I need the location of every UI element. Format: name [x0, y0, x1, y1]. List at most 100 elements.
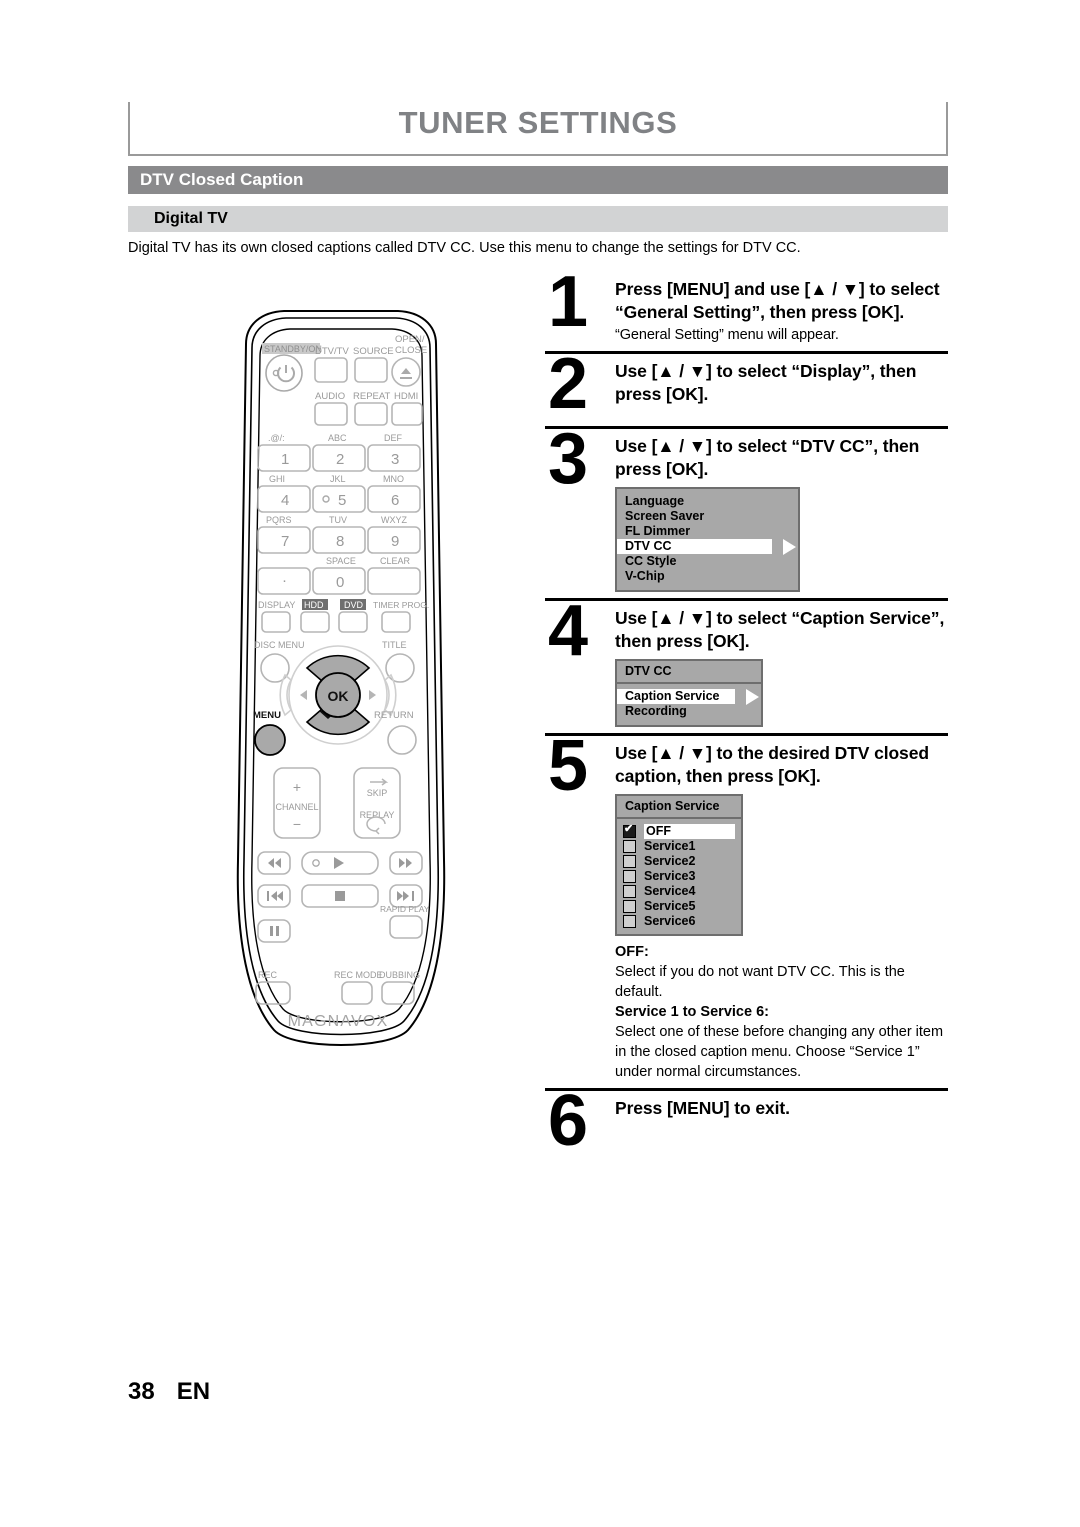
menu-button — [254, 724, 286, 756]
return-label: RETURN — [374, 710, 414, 721]
step-5-heading: Use [▲ / ▼] to the desired DTV closed ca… — [615, 742, 950, 788]
osd-item-language[interactable]: Language — [617, 494, 798, 509]
audio-label: AUDIO — [315, 391, 345, 402]
option-notes: OFF: Select if you do not want DTV CC. T… — [615, 942, 950, 1082]
step-4: 4 Use [▲ / ▼] to select “Caption Service… — [540, 591, 950, 733]
repeat-label: REPEAT — [353, 391, 391, 402]
return-button — [387, 725, 417, 755]
note-off-text: Select if you do not want DTV CC. This i… — [615, 964, 905, 1000]
chevron-right-icon — [746, 689, 759, 705]
key3-top-label: DEF — [384, 433, 403, 443]
step-5-heading-line2: caption, then press [OK]. — [615, 766, 821, 786]
step-6-heading: Press [MENU] to exit. — [615, 1097, 950, 1120]
osd-option-service5-label: Service5 — [644, 899, 696, 913]
rec-mode-button — [341, 981, 373, 1005]
step-4-heading-line2: then press [OK]. — [615, 631, 750, 651]
standby-on-label: STANDBY/ON — [264, 344, 322, 354]
step-5-heading-line1: Use [▲ / ▼] to the desired DTV closed — [615, 743, 929, 763]
subsection-heading: Digital TV — [128, 206, 948, 232]
disc-menu-button — [260, 653, 290, 683]
osd-option-service4[interactable]: Service4 — [617, 884, 741, 899]
step-1-heading: Press [MENU] and use [▲ / ▼] to select “… — [615, 278, 950, 345]
rapid-play-button — [389, 915, 423, 939]
osd-item-caption-service[interactable]: Caption Service — [617, 689, 759, 705]
osd-item-v-chip[interactable]: V-Chip — [617, 569, 798, 584]
rapid-play-label: RAPID PLAY — [380, 904, 430, 914]
nav-left-arrow — [300, 690, 307, 700]
osd-option-off-label: OFF — [644, 824, 735, 839]
key9-digit: 9 — [391, 533, 399, 550]
disc-menu-label: DISC MENU — [254, 640, 305, 650]
skip-label: SKIP — [367, 788, 388, 798]
key3-digit: 3 — [391, 451, 399, 468]
checkbox-checked-icon — [623, 823, 636, 838]
step-1-heading-line2: “General Setting”, then press [OK]. — [615, 302, 905, 322]
key-dot-digit: · — [282, 572, 287, 589]
open-close-label-1: OPEN/ — [395, 334, 425, 345]
osd-dtvcc-menu: DTV CC Caption Service Recording — [615, 659, 763, 727]
section-heading: DTV Closed Caption — [128, 166, 948, 194]
display-button — [261, 611, 291, 633]
source-label: SOURCE — [353, 346, 394, 357]
remote-control-illustration: STANDBY/ON DTV/TV SOURCE OPEN/ CLOSE AUD… — [222, 300, 458, 1080]
step-1-subtext: “General Setting” menu will appear. — [615, 327, 839, 343]
hdmi-label: HDMI — [394, 391, 418, 402]
osd-item-recording[interactable]: Recording — [617, 704, 761, 719]
osd-option-service5[interactable]: Service5 — [617, 899, 741, 914]
step-3-heading-line2: press [OK]. — [615, 459, 709, 479]
step-2-heading-line2: press [OK]. — [615, 384, 709, 404]
osd-item-screen-saver[interactable]: Screen Saver — [617, 509, 798, 524]
checkbox-icon — [623, 900, 636, 913]
display-label: DISPLAY — [258, 600, 295, 610]
rewind-icon — [268, 858, 281, 868]
key8-digit: 8 — [336, 533, 344, 550]
prev-icon — [271, 891, 283, 901]
note-service-text: Select one of these before changing any … — [615, 1024, 944, 1080]
key8-top-label: TUV — [329, 515, 347, 525]
step-2-heading-line1: Use [▲ / ▼] to select “Display”, then — [615, 361, 917, 381]
ok-label: OK — [328, 688, 349, 704]
open-close-label-2: CLOSE — [395, 345, 427, 356]
osd-option-service6-label: Service6 — [644, 914, 696, 928]
osd-dtvcc-title: DTV CC — [617, 661, 761, 684]
osd-item-dtv-cc[interactable]: DTV CC — [617, 539, 796, 555]
replay-label: REPLAY — [360, 810, 395, 820]
checkbox-icon — [623, 885, 636, 898]
osd-item-fl-dimmer[interactable]: FL Dimmer — [617, 524, 798, 539]
hdmi-button — [391, 402, 423, 426]
osd-option-service2[interactable]: Service2 — [617, 854, 741, 869]
key6-top-label: MNO — [383, 474, 404, 484]
channel-minus: − — [293, 816, 301, 832]
dtv-tv-label: DTV/TV — [315, 346, 349, 357]
osd-option-service2-label: Service2 — [644, 854, 696, 868]
osd-option-service3[interactable]: Service3 — [617, 869, 741, 884]
checkbox-icon — [623, 855, 636, 868]
dubbing-label: DUBBING — [379, 970, 420, 980]
key4-top-label: GHI — [269, 474, 285, 484]
osd-option-service1[interactable]: Service1 — [617, 839, 741, 854]
clear-label: CLEAR — [380, 556, 411, 566]
page-title: TUNER SETTINGS — [398, 105, 678, 140]
key5-top-label: JKL — [330, 474, 346, 484]
step-4-number: 4 — [548, 591, 588, 671]
pause-button — [257, 919, 291, 943]
osd-option-service3-label: Service3 — [644, 869, 696, 883]
osd-option-off[interactable]: OFF — [617, 823, 741, 839]
step-6-heading-line1: Press [MENU] to exit. — [615, 1098, 790, 1118]
steps-column: 1 Press [MENU] and use [▲ / ▼] to select… — [540, 266, 950, 1177]
osd-caption-service-title: Caption Service — [617, 796, 741, 819]
step-4-heading: Use [▲ / ▼] to select “Caption Service”,… — [615, 607, 950, 653]
key7-top-label: PQRS — [266, 515, 292, 525]
step-1: 1 Press [MENU] and use [▲ / ▼] to select… — [540, 266, 950, 351]
source-button — [354, 357, 388, 383]
step-5-number: 5 — [548, 726, 588, 806]
osd-option-service6[interactable]: Service6 — [617, 914, 741, 929]
note-service-label: Service 1 to Service 6: — [615, 1004, 769, 1020]
page-footer: 38 EN — [128, 1378, 210, 1406]
skip-icon — [370, 778, 389, 786]
osd-item-cc-style[interactable]: CC Style — [617, 554, 798, 569]
footer-language: EN — [176, 1378, 211, 1405]
step-4-heading-line1: Use [▲ / ▼] to select “Caption Service”, — [615, 608, 945, 628]
dvd-label: DVD — [344, 600, 364, 610]
key1-top-label: .@/: — [268, 433, 285, 443]
